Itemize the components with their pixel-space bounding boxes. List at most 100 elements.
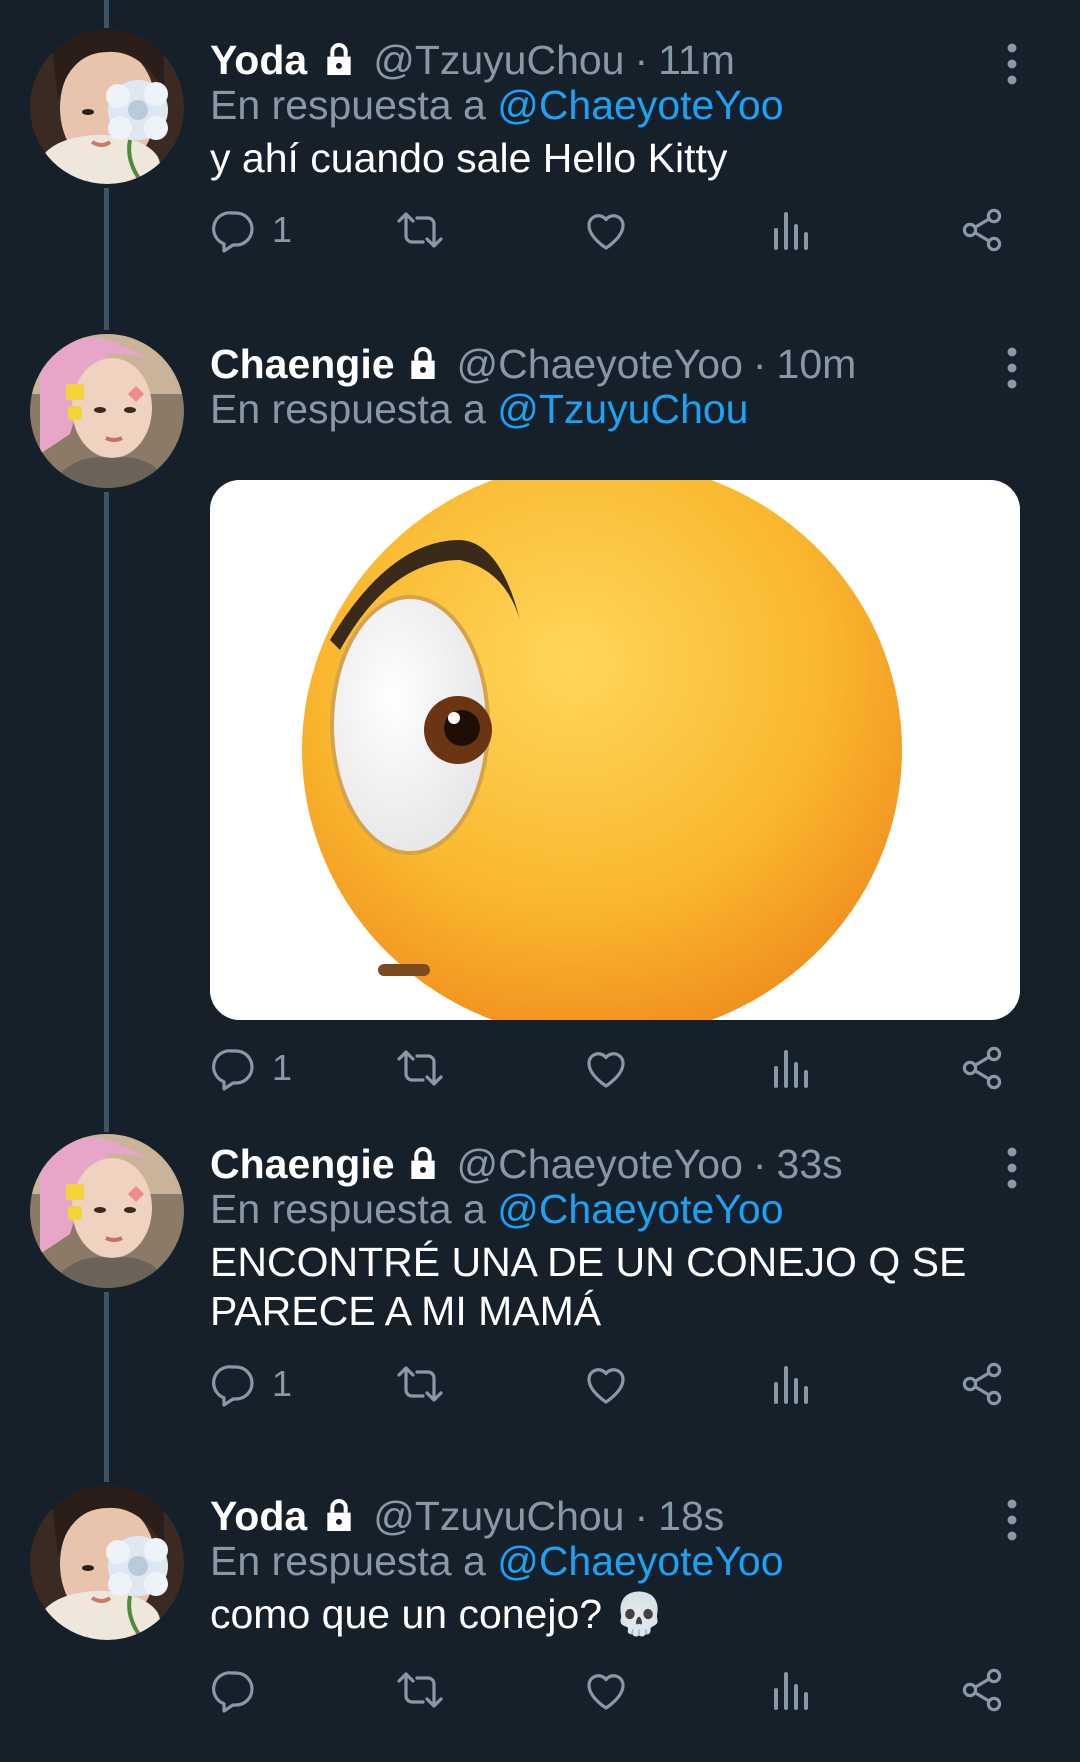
tweet[interactable]: Chaengie @ChaeyoteYoo · 10m En respuesta… xyxy=(0,334,1080,1104)
timestamp[interactable]: 33s xyxy=(777,1141,843,1188)
analytics-button[interactable] xyxy=(768,1040,816,1096)
retweet-button[interactable] xyxy=(396,202,444,258)
timestamp[interactable]: 10m xyxy=(777,341,857,388)
like-button[interactable] xyxy=(582,202,630,258)
separator-dot: · xyxy=(752,340,767,387)
lock-icon xyxy=(403,1144,443,1184)
reply-count: 1 xyxy=(272,209,293,250)
reply-prefix: En respuesta a xyxy=(210,386,486,432)
lock-icon xyxy=(319,1496,359,1536)
handle[interactable]: @ChaeyoteYoo xyxy=(457,341,743,388)
like-button[interactable] xyxy=(582,1040,630,1096)
analytics-button[interactable] xyxy=(768,1356,816,1412)
more-options-icon[interactable] xyxy=(1006,1498,1018,1542)
reply-count: 1 xyxy=(272,1363,293,1404)
action-bar: 1 xyxy=(210,202,1020,258)
timestamp[interactable]: 11m xyxy=(658,37,735,84)
display-name[interactable]: Chaengie xyxy=(210,341,395,388)
heart-icon xyxy=(587,1368,625,1404)
bar-chart-icon xyxy=(774,1672,808,1710)
retweet-icon xyxy=(397,1050,443,1086)
reply-button[interactable]: 1 xyxy=(210,202,292,258)
reply-prefix: En respuesta a xyxy=(210,82,486,128)
bar-chart-icon xyxy=(774,1366,808,1404)
handle[interactable]: @TzuyuChou xyxy=(373,1493,624,1540)
analytics-button[interactable] xyxy=(768,1662,816,1718)
action-bar: 1 xyxy=(210,1040,1020,1096)
reply-prefix: En respuesta a xyxy=(210,1538,486,1584)
separator-dot: · xyxy=(634,1492,649,1539)
bar-chart-icon xyxy=(774,1050,808,1088)
reply-context: En respuesta a @ChaeyoteYoo xyxy=(210,82,784,129)
reply-context: En respuesta a @TzuyuChou xyxy=(210,386,749,433)
reply-icon xyxy=(212,1365,254,1407)
tweet-header: Yoda @TzuyuChou · 11m xyxy=(210,30,735,90)
reply-mention-link[interactable]: @ChaeyoteYoo xyxy=(497,1186,783,1232)
reply-mention-link[interactable]: @ChaeyoteYoo xyxy=(497,1538,783,1584)
action-bar xyxy=(210,1662,1020,1718)
separator-dot: · xyxy=(752,1140,767,1187)
separator-dot: · xyxy=(634,36,649,83)
tweet[interactable]: Chaengie @ChaeyoteYoo · 33s En respuesta… xyxy=(0,1134,1080,1454)
tweet-text: y ahí cuando sale Hello Kitty xyxy=(210,135,728,181)
avatar[interactable] xyxy=(30,1134,184,1288)
display-name[interactable]: Yoda xyxy=(210,1493,307,1540)
share-button[interactable] xyxy=(958,1040,1006,1096)
tweet-header: Chaengie @ChaeyoteYoo · 33s xyxy=(210,1134,843,1194)
tweet[interactable]: Yoda @TzuyuChou · 18s En respuesta a @Ch… xyxy=(0,1486,1080,1756)
heart-icon xyxy=(587,1674,625,1710)
share-icon xyxy=(962,1668,1002,1712)
share-icon xyxy=(962,208,1002,252)
share-button[interactable] xyxy=(958,1356,1006,1412)
reply-mention-link[interactable]: @ChaeyoteYoo xyxy=(497,82,783,128)
display-name[interactable]: Chaengie xyxy=(210,1141,395,1188)
analytics-button[interactable] xyxy=(768,202,816,258)
retweet-icon xyxy=(397,1672,443,1708)
lock-icon xyxy=(403,344,443,384)
reply-button[interactable] xyxy=(210,1662,272,1718)
reply-button[interactable]: 1 xyxy=(210,1040,292,1096)
share-button[interactable] xyxy=(958,1662,1006,1718)
raised-eyebrow-emoji-image xyxy=(210,480,1020,1020)
retweet-button[interactable] xyxy=(396,1040,444,1096)
retweet-icon xyxy=(397,1366,443,1402)
thread-line xyxy=(104,0,109,28)
avatar[interactable] xyxy=(30,334,184,488)
lock-icon xyxy=(319,40,359,80)
heart-icon xyxy=(587,214,625,250)
reply-context: En respuesta a @ChaeyoteYoo xyxy=(210,1538,784,1585)
tweet[interactable]: Yoda @TzuyuChou · 11m En respuesta a @Ch… xyxy=(0,30,1080,300)
reply-button[interactable]: 1 xyxy=(210,1356,292,1412)
avatar[interactable] xyxy=(30,1486,184,1640)
tweet-text: como que un conejo? 💀 xyxy=(210,1591,665,1637)
retweet-button[interactable] xyxy=(396,1662,444,1718)
reply-mention-link[interactable]: @TzuyuChou xyxy=(497,386,748,432)
more-options-icon[interactable] xyxy=(1006,42,1018,86)
action-bar: 1 xyxy=(210,1356,1020,1412)
reply-icon xyxy=(212,1671,254,1713)
display-name[interactable]: Yoda xyxy=(210,37,307,84)
retweet-button[interactable] xyxy=(396,1356,444,1412)
handle[interactable]: @ChaeyoteYoo xyxy=(457,1141,743,1188)
retweet-icon xyxy=(397,212,443,248)
bar-chart-icon xyxy=(774,212,808,250)
tweet-header: Chaengie @ChaeyoteYoo · 10m xyxy=(210,334,856,394)
more-options-icon[interactable] xyxy=(1006,346,1018,390)
like-button[interactable] xyxy=(582,1662,630,1718)
reply-count: 1 xyxy=(272,1047,293,1088)
share-icon xyxy=(962,1046,1002,1090)
heart-icon xyxy=(587,1052,625,1088)
handle[interactable]: @TzuyuChou xyxy=(373,37,624,84)
more-options-icon[interactable] xyxy=(1006,1146,1018,1190)
share-button[interactable] xyxy=(958,202,1006,258)
like-button[interactable] xyxy=(582,1356,630,1412)
reply-icon xyxy=(212,211,254,253)
avatar[interactable] xyxy=(30,30,184,184)
tweet-media-image[interactable] xyxy=(210,480,1020,1020)
tweet-text: ENCONTRÉ UNA DE UN CONEJO Q SE PARECE A … xyxy=(210,1239,967,1334)
reply-icon xyxy=(212,1049,254,1091)
timestamp[interactable]: 18s xyxy=(658,1493,724,1540)
tweet-header: Yoda @TzuyuChou · 18s xyxy=(210,1486,724,1546)
share-icon xyxy=(962,1362,1002,1406)
reply-context: En respuesta a @ChaeyoteYoo xyxy=(210,1186,784,1233)
